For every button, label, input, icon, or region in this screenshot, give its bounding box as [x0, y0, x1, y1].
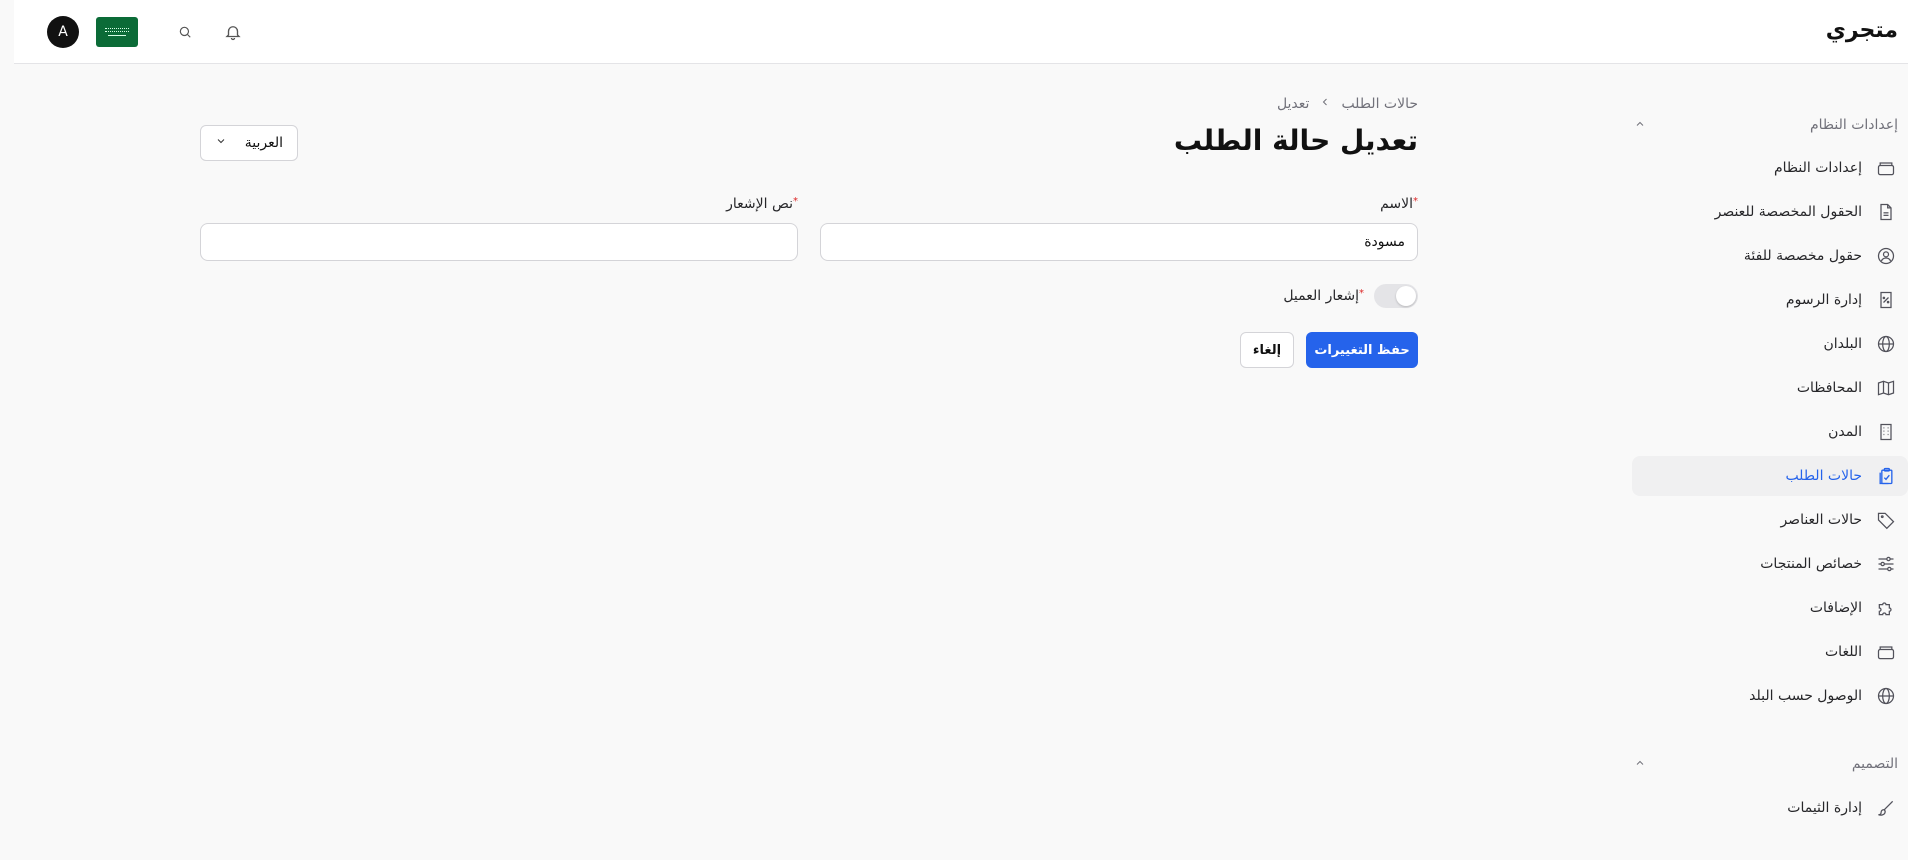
- save-button[interactable]: حفظ التغييرات: [1306, 332, 1418, 368]
- sidebar-item-label: الإضافات: [1809, 600, 1862, 616]
- sidebar-item-category-custom-fields[interactable]: حقول مخصصة للفئة: [1624, 236, 1898, 276]
- sidebar-item-label: إعدادات النظام: [1773, 160, 1862, 176]
- name-input[interactable]: [820, 223, 1418, 261]
- sidebar-item-system-settings[interactable]: إعدادات النظام: [1624, 148, 1898, 188]
- user-avatar[interactable]: A: [47, 16, 79, 48]
- search-icon[interactable]: [173, 20, 197, 44]
- sidebar-item-themes[interactable]: إدارة الثيمات: [1624, 788, 1898, 828]
- sidebar-item-label: إدارة الرسوم: [1785, 292, 1862, 308]
- sidebar-item-label: حقول مخصصة للفئة: [1743, 248, 1862, 264]
- sidebar-item-country-access[interactable]: الوصول حسب البلد: [1624, 676, 1898, 716]
- archive-icon: [1874, 156, 1898, 180]
- sidebar-item-fees[interactable]: إدارة الرسوم: [1624, 280, 1898, 320]
- archive-icon: [1874, 640, 1898, 664]
- bell-icon[interactable]: [221, 20, 245, 44]
- notification-label-text: نص الإشعار: [726, 196, 793, 212]
- sidebar-item-label: إدارة الثيمات: [1787, 800, 1862, 816]
- required-marker: *: [793, 196, 798, 207]
- breadcrumb-parent[interactable]: حالات الطلب: [1341, 96, 1418, 112]
- sidebar-item-languages[interactable]: اللغات: [1624, 632, 1898, 672]
- notification-text-input[interactable]: [200, 223, 798, 261]
- sidebar-section-label: إعدادات النظام: [1809, 117, 1898, 133]
- sidebar-item-label: اللغات: [1825, 644, 1862, 660]
- sidebar-section-label: التصميم: [1851, 756, 1898, 772]
- building-icon: [1874, 420, 1898, 444]
- globe-icon: [1874, 332, 1898, 356]
- name-label-text: الاسم: [1380, 196, 1413, 212]
- clipboard-check-icon: [1874, 464, 1898, 488]
- notify-customer-label-text: إشعار العميل: [1283, 288, 1359, 304]
- cancel-button[interactable]: إلغاء: [1240, 332, 1294, 368]
- map-icon: [1874, 376, 1898, 400]
- user-circle-icon: [1874, 244, 1898, 268]
- chevron-up-icon[interactable]: [1630, 757, 1650, 772]
- notification-text-label: نص الإشعار*: [726, 196, 798, 212]
- sidebar-item-label: الحقول المخصصة للعنصر: [1714, 204, 1862, 220]
- language-select-value: العربية: [244, 135, 283, 151]
- top-bar: متجري A: [14, 0, 1908, 64]
- page-title: تعديل حالة الطلب: [1173, 124, 1418, 157]
- sliders-icon: [1874, 552, 1898, 576]
- globe-icon: [1874, 684, 1898, 708]
- breadcrumb-current: تعديل: [1276, 96, 1310, 112]
- sidebar-section-design[interactable]: التصميم: [1630, 752, 1898, 776]
- file-icon: [1874, 200, 1898, 224]
- sidebar-item-label: المحافظات: [1796, 380, 1862, 396]
- language-select[interactable]: العربية: [200, 125, 298, 161]
- brand-logo[interactable]: متجري: [1826, 18, 1898, 43]
- name-label: الاسم*: [1380, 196, 1418, 212]
- chevron-up-icon[interactable]: [1630, 118, 1650, 133]
- sidebar: إعدادات النظام إعدادات النظام الحقول الم…: [1630, 64, 1908, 860]
- notify-customer-label: إشعار العميل*: [1283, 288, 1364, 304]
- sidebar-item-order-statuses[interactable]: حالات الطلب: [1632, 456, 1908, 496]
- sidebar-item-cities[interactable]: المدن: [1624, 412, 1898, 452]
- puzzle-icon: [1874, 596, 1898, 620]
- sidebar-item-governorates[interactable]: المحافظات: [1624, 368, 1898, 408]
- notify-customer-toggle[interactable]: [1374, 284, 1418, 308]
- saudi-flag-icon[interactable]: [96, 17, 138, 47]
- chevron-left-icon: [1319, 96, 1331, 112]
- sidebar-item-item-statuses[interactable]: حالات العناصر: [1624, 500, 1898, 540]
- required-marker: *: [1413, 196, 1418, 207]
- brush-icon: [1874, 796, 1898, 820]
- toggle-knob: [1396, 286, 1416, 306]
- sidebar-item-label: خصائص المنتجات: [1760, 556, 1862, 572]
- sidebar-item-label: حالات الطلب: [1785, 468, 1862, 484]
- chevron-down-icon: [215, 135, 227, 151]
- sidebar-item-countries[interactable]: البلدان: [1624, 324, 1898, 364]
- sidebar-item-label: المدن: [1828, 424, 1862, 440]
- sidebar-section-system[interactable]: إعدادات النظام: [1630, 113, 1898, 137]
- breadcrumb: حالات الطلب تعديل: [1277, 96, 1418, 112]
- required-marker: *: [1359, 288, 1364, 299]
- percent-receipt-icon: [1874, 288, 1898, 312]
- sidebar-item-label: حالات العناصر: [1780, 512, 1862, 528]
- sidebar-item-item-custom-fields[interactable]: الحقول المخصصة للعنصر: [1624, 192, 1898, 232]
- tag-icon: [1874, 508, 1898, 532]
- sidebar-item-label: الوصول حسب البلد: [1749, 688, 1862, 704]
- sidebar-item-addons[interactable]: الإضافات: [1624, 588, 1898, 628]
- sidebar-item-label: البلدان: [1823, 336, 1862, 352]
- sidebar-item-product-attributes[interactable]: خصائص المنتجات: [1624, 544, 1898, 584]
- notify-customer-row: إشعار العميل*: [1283, 284, 1418, 308]
